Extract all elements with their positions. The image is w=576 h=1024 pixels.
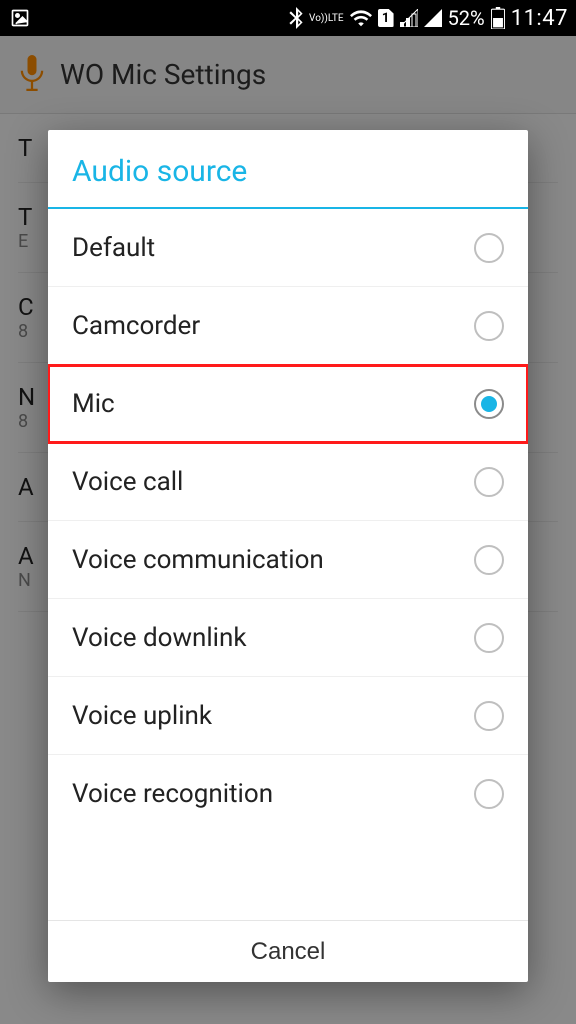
sim-card-icon: 1 <box>378 9 394 27</box>
battery-icon <box>491 7 505 29</box>
signal-1-icon <box>400 9 418 27</box>
option-default[interactable]: Default <box>48 209 528 287</box>
audio-source-dialog: Audio source Default Camcorder Mic Voice ca… <box>48 130 528 982</box>
radio-icon[interactable] <box>474 779 504 809</box>
option-label: Voice recognition <box>72 779 273 809</box>
option-label: Mic <box>72 389 115 419</box>
option-voice-uplink[interactable]: Voice uplink <box>48 677 528 755</box>
bluetooth-icon <box>289 7 303 29</box>
option-voice-recognition[interactable]: Voice recognition <box>48 755 528 833</box>
radio-icon[interactable] <box>474 467 504 497</box>
battery-percent: 52% <box>448 6 485 30</box>
option-voice-communication[interactable]: Voice communication <box>48 521 528 599</box>
option-label: Voice uplink <box>72 701 212 731</box>
status-bar: Vo))LTE 1 52% 11:47 <box>0 0 576 36</box>
radio-icon[interactable] <box>474 701 504 731</box>
radio-icon[interactable] <box>474 623 504 653</box>
radio-icon[interactable] <box>474 233 504 263</box>
option-label: Voice call <box>72 467 183 497</box>
option-camcorder[interactable]: Camcorder <box>48 287 528 365</box>
option-label: Voice communication <box>72 545 324 575</box>
radio-icon[interactable] <box>474 389 504 419</box>
volte-icon: Vo))LTE <box>309 14 344 23</box>
option-label: Default <box>72 233 155 263</box>
option-list: Default Camcorder Mic Voice call Voice commu… <box>48 209 528 920</box>
dialog-title: Audio source <box>48 130 528 209</box>
dialog-actions: Cancel <box>48 920 528 982</box>
wifi-icon <box>350 9 372 27</box>
option-label: Voice downlink <box>72 623 247 653</box>
clock: 11:47 <box>511 6 568 31</box>
radio-icon[interactable] <box>474 545 504 575</box>
radio-icon[interactable] <box>474 311 504 341</box>
signal-2-icon <box>424 9 442 27</box>
option-voice-call[interactable]: Voice call <box>48 443 528 521</box>
cancel-button[interactable]: Cancel <box>48 921 528 982</box>
option-mic[interactable]: Mic <box>48 365 528 443</box>
option-voice-downlink[interactable]: Voice downlink <box>48 599 528 677</box>
option-label: Camcorder <box>72 311 200 341</box>
picture-icon <box>10 8 30 28</box>
